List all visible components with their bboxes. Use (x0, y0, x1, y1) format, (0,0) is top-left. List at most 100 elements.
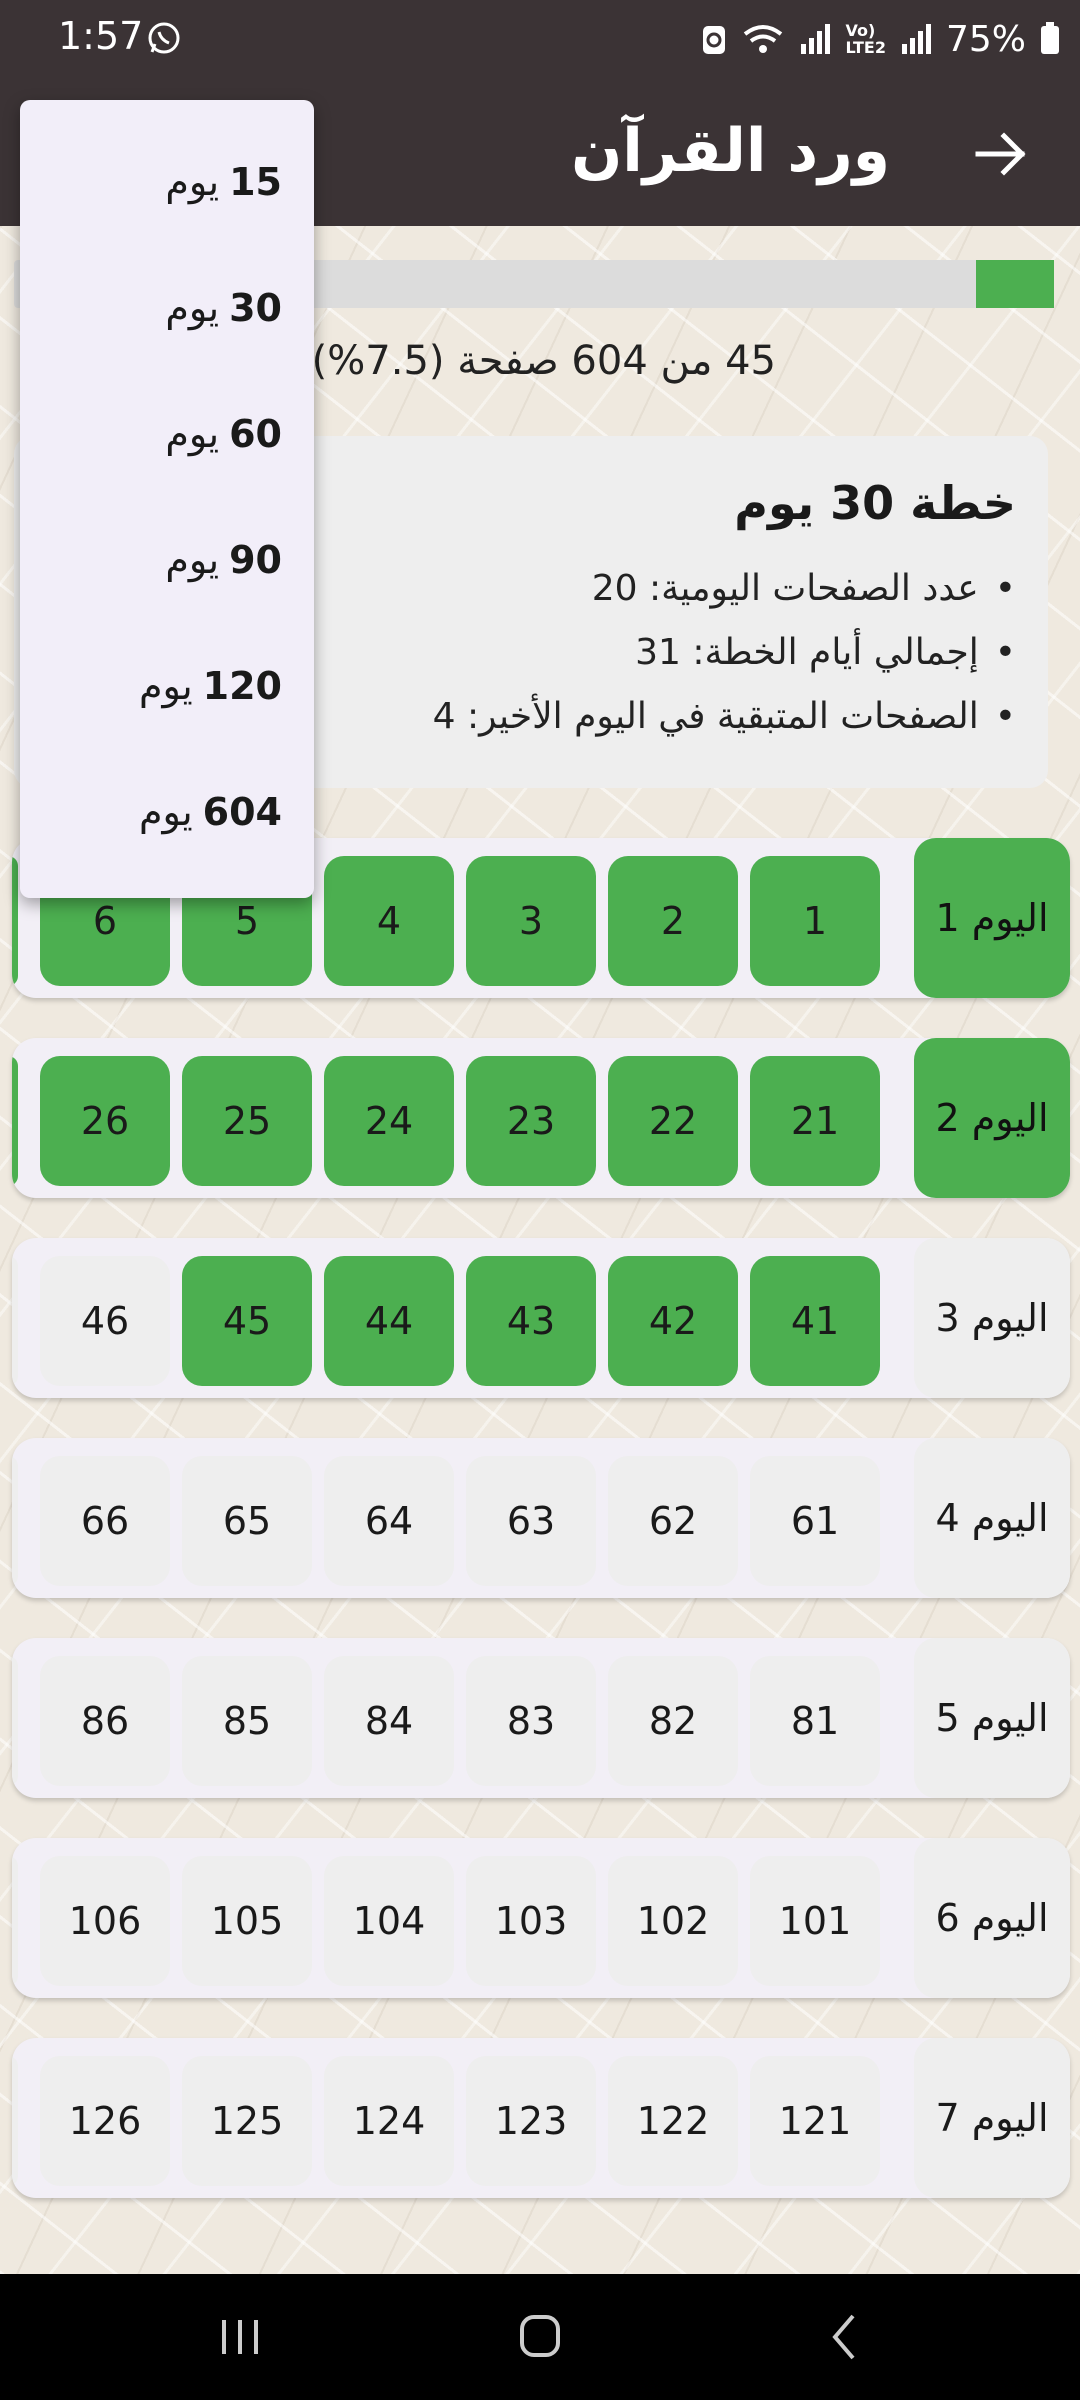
page-cell-overflow (12, 1456, 18, 1586)
plan-title: خطة 30 يوم (734, 476, 1016, 530)
page-cell[interactable]: 83 (466, 1656, 596, 1786)
page-cell[interactable]: 41 (750, 1256, 880, 1386)
page-cell-overflow (12, 1256, 18, 1386)
page-cell[interactable]: 44 (324, 1256, 454, 1386)
navigation-bar (0, 2274, 1080, 2400)
page-cell[interactable]: 2 (608, 856, 738, 986)
page-cell[interactable]: 46 (40, 1256, 170, 1386)
duration-unit: يوم (165, 538, 220, 582)
network-type-label: Vo) LTE2 (845, 21, 886, 57)
page-cell[interactable]: 61 (750, 1456, 880, 1586)
page-cell[interactable]: 86 (40, 1656, 170, 1786)
back-nav-icon[interactable] (815, 2312, 875, 2362)
page-cell[interactable]: 63 (466, 1456, 596, 1586)
page-cell[interactable]: 82 (608, 1656, 738, 1786)
recycle-icon (703, 26, 726, 54)
page-cell[interactable]: 64 (324, 1456, 454, 1586)
page-cell[interactable]: 105 (182, 1856, 312, 1986)
day-label[interactable]: اليوم 6 (914, 1838, 1070, 1998)
day-row: اليوم 5 81 82 83 84 85 86 (12, 1638, 1070, 1798)
plan-detail-item: •الصفحات المتبقية في اليوم الأخير: 4 (432, 696, 1016, 737)
page-cell[interactable]: 123 (466, 2056, 596, 2186)
day-label[interactable]: اليوم 4 (914, 1438, 1070, 1598)
page-cell[interactable]: 121 (750, 2056, 880, 2186)
duration-value: 120 (202, 664, 282, 708)
page-cell[interactable]: 85 (182, 1656, 312, 1786)
status-time: 1:57 (58, 14, 144, 58)
page-cell[interactable]: 22 (608, 1056, 738, 1186)
page-cell[interactable]: 124 (324, 2056, 454, 2186)
day-row: اليوم 2 21 22 23 24 25 26 (12, 1038, 1070, 1198)
page-cell[interactable]: 104 (324, 1856, 454, 1986)
day-row: اليوم 3 41 42 43 44 45 46 (12, 1238, 1070, 1398)
duration-value: 60 (229, 412, 282, 456)
day-label[interactable]: اليوم 1 (914, 838, 1070, 998)
duration-option[interactable]: 90 يوم (165, 530, 282, 590)
page-cell[interactable]: 102 (608, 1856, 738, 1986)
plan-detail-item: •إجمالي أيام الخطة: 31 (635, 632, 1016, 673)
page-cell-overflow (12, 1056, 18, 1186)
battery-percent: 75% (945, 18, 1026, 60)
duration-unit: يوم (138, 790, 193, 834)
signal-icon-2 (901, 24, 931, 54)
whatsapp-icon (148, 22, 180, 54)
page-cell[interactable]: 126 (40, 2056, 170, 2186)
status-icons: Vo) LTE2 75% (701, 14, 1060, 64)
duration-option[interactable]: 120 يوم (139, 656, 282, 716)
day-label[interactable]: اليوم 5 (914, 1638, 1070, 1798)
page-cell[interactable]: 4 (324, 856, 454, 986)
page-cell[interactable]: 45 (182, 1256, 312, 1386)
page-cell-overflow (12, 2056, 18, 2186)
page-cell[interactable]: 81 (750, 1656, 880, 1786)
page-cell[interactable]: 43 (466, 1256, 596, 1386)
page-cell[interactable]: 103 (466, 1856, 596, 1986)
duration-unit: يوم (138, 664, 193, 708)
page-cell-overflow (12, 856, 18, 986)
page-cell[interactable]: 26 (40, 1056, 170, 1186)
page-cell[interactable]: 65 (182, 1456, 312, 1586)
progress-text: 45 من 604 صفحة (7.5%) (311, 338, 776, 384)
plan-duration-menu: 15 يوم 30 يوم 60 يوم 90 يوم 120 يوم 604 يوم (20, 100, 314, 898)
duration-value: 90 (229, 538, 282, 582)
page-cell[interactable]: 122 (608, 2056, 738, 2186)
day-row: اليوم 7 121 122 123 124 125 126 (12, 2038, 1070, 2198)
recent-apps-icon[interactable] (210, 2312, 270, 2362)
page-cell[interactable]: 3 (466, 856, 596, 986)
status-bar: 1:57 Vo) LTE2 75% (0, 0, 1080, 80)
duration-value: 30 (229, 286, 282, 330)
page-cell[interactable]: 66 (40, 1456, 170, 1586)
page-cell[interactable]: 84 (324, 1656, 454, 1786)
duration-option[interactable]: 15 يوم (165, 152, 282, 212)
wifi-icon (744, 25, 783, 53)
page-cell[interactable]: 42 (608, 1256, 738, 1386)
duration-unit: يوم (165, 160, 220, 204)
page-cell[interactable]: 1 (750, 856, 880, 986)
page-cell[interactable]: 62 (608, 1456, 738, 1586)
day-label[interactable]: اليوم 3 (914, 1238, 1070, 1398)
duration-option[interactable]: 604 يوم (139, 782, 282, 842)
page-cell[interactable]: 24 (324, 1056, 454, 1186)
duration-option[interactable]: 30 يوم (165, 278, 282, 338)
duration-value: 15 (229, 160, 282, 204)
page-title: ورد القرآن (571, 116, 890, 186)
page-cell[interactable]: 101 (750, 1856, 880, 1986)
day-row: اليوم 4 61 62 63 64 65 66 (12, 1438, 1070, 1598)
day-label[interactable]: اليوم 2 (914, 1038, 1070, 1198)
duration-unit: يوم (165, 286, 220, 330)
page-cell[interactable]: 21 (750, 1056, 880, 1186)
duration-unit: يوم (165, 412, 220, 456)
page-cell[interactable]: 125 (182, 2056, 312, 2186)
progress-fill (976, 260, 1054, 308)
home-icon[interactable] (510, 2312, 570, 2362)
page-cell[interactable]: 106 (40, 1856, 170, 1986)
page-cell[interactable]: 25 (182, 1056, 312, 1186)
battery-icon (1041, 22, 1059, 54)
day-label[interactable]: اليوم 7 (914, 2038, 1070, 2198)
duration-option[interactable]: 60 يوم (165, 404, 282, 464)
duration-value: 604 (202, 790, 282, 834)
back-arrow-icon[interactable] (968, 122, 1032, 186)
signal-icon (801, 24, 831, 54)
page-cell-overflow (12, 1856, 18, 1986)
page-cell[interactable]: 23 (466, 1056, 596, 1186)
plan-details: •عدد الصفحات اليومية: 20 •إجمالي أيام ال… (433, 568, 1016, 760)
